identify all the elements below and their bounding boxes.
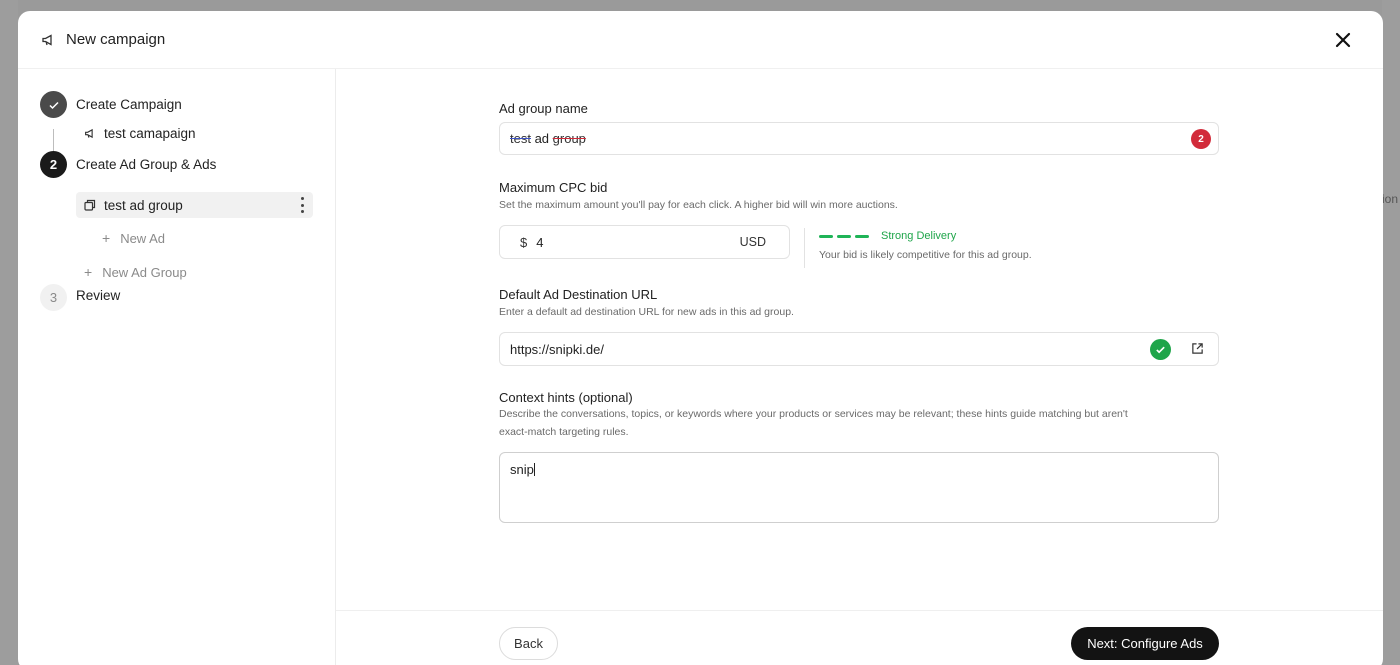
new-ad-group-button[interactable]: + New Ad Group (84, 264, 187, 280)
context-hints-value: snip (510, 462, 534, 477)
step-number: 3 (40, 284, 67, 311)
new-ad-label: New Ad (120, 230, 165, 246)
new-campaign-modal: New campaign Create Campaign test camapa… (18, 11, 1383, 665)
plus-icon: + (102, 230, 111, 246)
context-hints-help-1: Describe the conversations, topics, or k… (499, 408, 1128, 420)
megaphone-icon (84, 127, 97, 140)
delivery-strength-bar: Strong Delivery (819, 228, 1032, 244)
steps-sidebar: Create Campaign test camapaign 2 Create … (18, 69, 336, 665)
step-number: 2 (40, 151, 67, 178)
delivery-note: Your bid is likely competitive for this … (819, 249, 1032, 261)
modal-header: New campaign (18, 11, 1383, 69)
background-peek-text: ion (1381, 192, 1398, 206)
background-left-strip (0, 0, 18, 665)
step-check-icon (40, 91, 67, 118)
context-hints-help-2: exact-match targeting rules. (499, 426, 629, 438)
new-ad-group-label: New Ad Group (102, 264, 187, 280)
currency-code: USD (739, 235, 766, 249)
context-hints-textarea[interactable]: snip (499, 452, 1219, 523)
layers-icon (84, 199, 97, 212)
text-caret (533, 463, 535, 476)
new-ad-button[interactable]: + New Ad (102, 230, 165, 246)
background-right-strip (1382, 0, 1400, 665)
more-options-icon[interactable] (301, 197, 305, 213)
error-count-badge[interactable]: 2 (1191, 129, 1211, 149)
destination-url-value: https://snipki.de/ (510, 341, 604, 357)
valid-check-icon (1150, 339, 1171, 360)
destination-url-input[interactable]: https://snipki.de/ (499, 332, 1219, 366)
destination-url-label: Default Ad Destination URL (499, 287, 658, 302)
plus-icon: + (84, 264, 93, 280)
step-label: Review (76, 288, 121, 303)
step-label: Create Campaign (76, 97, 182, 112)
step-create-ad-group[interactable]: 2 Create Ad Group & Ads (40, 151, 216, 178)
next-configure-ads-button[interactable]: Next: Configure Ads (1071, 627, 1219, 660)
ad-group-name-value: test ad group (510, 131, 586, 146)
max-cpc-input[interactable]: $ 4 USD (499, 225, 790, 259)
ad-group-name-label: Ad group name (499, 101, 588, 116)
step-label: Create Ad Group & Ads (76, 157, 217, 172)
modal-footer: Back Next: Configure Ads (336, 610, 1383, 665)
delivery-indicator: Strong Delivery Your bid is likely compe… (804, 228, 1032, 268)
back-button[interactable]: Back (499, 627, 558, 660)
destination-url-help: Enter a default ad destination URL for n… (499, 306, 794, 318)
currency-symbol: $ (520, 234, 528, 250)
sidebar-item-label: test camapaign (104, 126, 196, 141)
max-cpc-help: Set the maximum amount you'll pay for ea… (499, 199, 898, 211)
modal-title: New campaign (66, 31, 166, 48)
step-review[interactable]: 3 Review (40, 284, 120, 311)
megaphone-icon (40, 31, 58, 49)
delivery-label: Strong Delivery (881, 230, 957, 242)
step-create-campaign[interactable]: Create Campaign (40, 91, 182, 118)
sidebar-item-campaign[interactable]: test camapaign (84, 126, 196, 141)
max-cpc-label: Maximum CPC bid (499, 180, 608, 195)
external-link-icon[interactable] (1191, 342, 1205, 356)
close-icon[interactable] (1331, 28, 1355, 52)
sidebar-item-label: test ad group (104, 197, 183, 213)
context-hints-label: Context hints (optional) (499, 390, 633, 405)
sidebar-item-ad-group[interactable]: test ad group (76, 192, 313, 218)
ad-group-name-input[interactable]: test ad group 2 (499, 122, 1219, 155)
max-cpc-value: 4 (536, 234, 544, 250)
